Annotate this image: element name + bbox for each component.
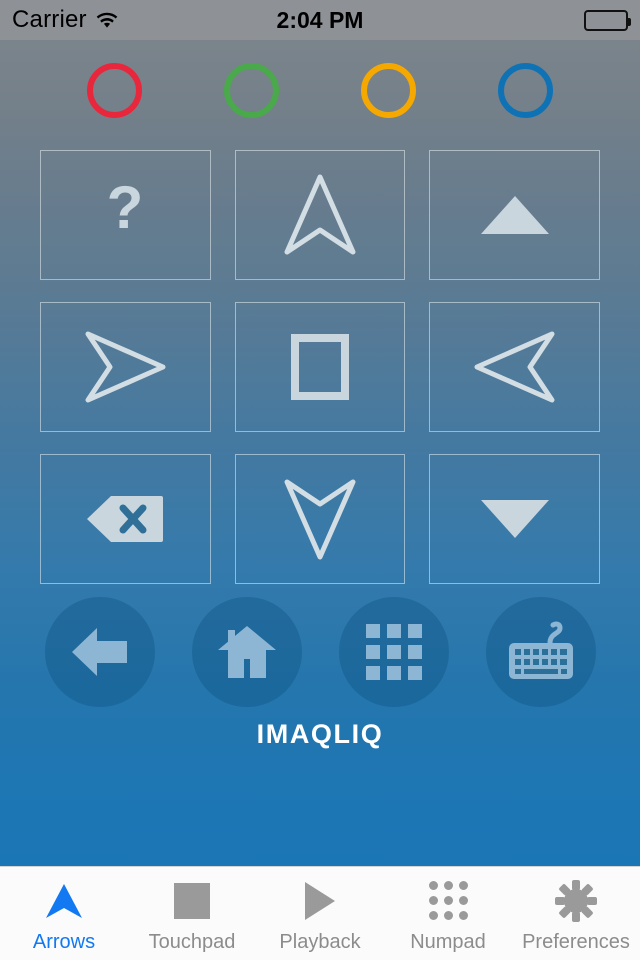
battery-full-icon [584,9,631,31]
backspace-icon [85,494,165,544]
square-filled-icon [174,880,210,922]
keyboard-icon [506,621,576,683]
grid-button-backspace[interactable] [40,454,211,584]
tab-preferences[interactable]: Preferences [512,867,640,960]
grid-button-down[interactable] [234,454,406,584]
tab-label-playback: Playback [279,930,361,953]
color-button-blue[interactable] [498,62,553,118]
grid-button-select[interactable] [234,302,406,432]
app-root: Carrier 2:04 PM ? IMAQLIQ Arrows Touchpa… [0,0,640,960]
triangle-up-filled-icon [479,194,551,236]
status-bar-right [584,9,631,31]
carrier-label: Carrier [12,6,87,33]
tab-arrows[interactable]: Arrows [0,867,128,960]
tab-bar: Arrows Touchpad Playback Numpad Preferen… [0,866,640,960]
arrow-left-filled-icon [69,623,131,681]
arrow-down-outline-icon [281,476,359,562]
arrow-up-outline-icon [281,172,359,258]
grid-button-left[interactable] [40,302,211,432]
grid-apps-icon [365,623,422,680]
color-button-orange[interactable] [361,62,416,118]
arrow-right-outline-icon [472,328,558,406]
status-bar-left: Carrier [12,6,119,34]
circle-button-apps[interactable] [338,596,449,707]
circle-button-home[interactable] [191,596,302,707]
triangle-down-filled-icon [479,498,551,540]
gear-icon [555,879,597,922]
color-button-red[interactable] [87,62,142,118]
tab-numpad[interactable]: Numpad [384,867,512,960]
tab-label-numpad: Numpad [410,930,486,953]
svg-text:?: ? [107,180,144,241]
tab-touchpad[interactable]: Touchpad [128,867,256,960]
brand-title: IMAQLIQ [256,719,384,749]
color-button-green[interactable] [224,62,279,118]
tab-label-preferences: Preferences [522,930,630,953]
main-panel: ? IMAQLIQ [0,40,640,866]
arrow-left-outline-icon [82,328,168,406]
circle-button-keyboard[interactable] [485,596,596,707]
arrow-grid: ? [40,150,600,584]
status-bar: Carrier 2:04 PM [0,0,640,40]
wifi-icon [95,11,119,29]
square-outline-icon [290,333,350,401]
grid-button-page-down[interactable] [429,454,600,584]
grid-button-help[interactable]: ? [40,150,211,280]
home-icon [217,623,277,681]
grid-button-page-up[interactable] [429,150,600,280]
color-buttons-row [0,40,640,140]
tab-playback[interactable]: Playback [256,867,384,960]
play-triangle-icon [303,880,337,922]
navigation-arrow-icon [44,880,84,922]
tab-label-touchpad: Touchpad [148,930,236,953]
nine-dots-icon [428,880,468,922]
question-mark-icon: ? [103,180,147,250]
circle-button-back[interactable] [44,596,155,707]
grid-button-right[interactable] [429,302,600,432]
action-buttons-row [0,584,640,719]
tab-label-arrows: Arrows [32,930,96,953]
grid-button-up[interactable] [234,150,406,280]
